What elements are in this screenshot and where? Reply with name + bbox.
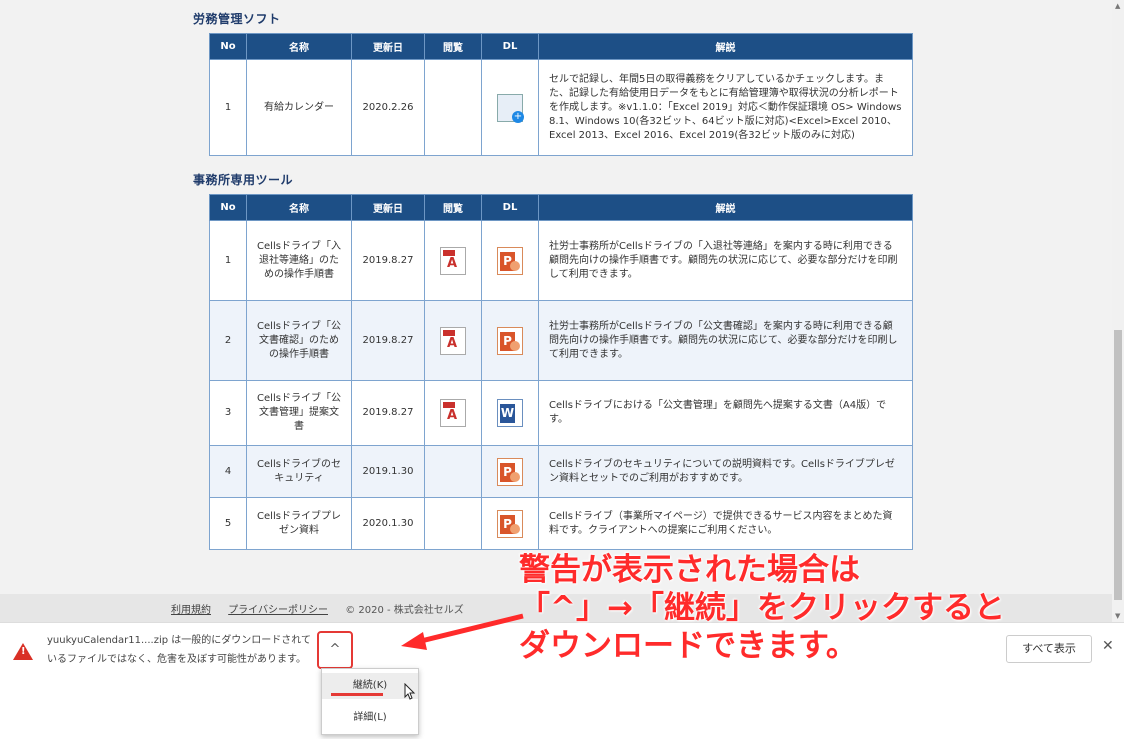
row-desc: Cellsドライブにおける「公文書管理」を顧問先へ提案する文書（A4版）です。	[538, 380, 913, 446]
col-no: No	[209, 33, 247, 60]
row-no: 5	[209, 497, 247, 550]
row-name: Cellsドライブ「公文書確認」のための操作手順書	[246, 300, 352, 381]
row-date: 2019.8.27	[351, 380, 425, 446]
table-row: 5 Cellsドライブプレゼン資料 2020.1.30 P Cellsドライブ（…	[209, 497, 913, 550]
row-view	[424, 497, 482, 550]
highlight-underline	[331, 693, 383, 696]
col-dl: DL	[481, 33, 539, 60]
page-scrollbar[interactable]: ▲ ▼	[1112, 0, 1124, 622]
row-view: A	[424, 300, 482, 381]
section-title-labor: 労務管理ソフト	[193, 12, 281, 26]
row-view: A	[424, 380, 482, 446]
warning-line-1: yuukyuCalendar11....zip は一般的にダウンロードされて	[47, 635, 311, 646]
row-desc: Cellsドライブ（事業所マイページ）で提供できるサービス内容をまとめた資料です…	[538, 497, 913, 550]
scroll-down-icon[interactable]: ▼	[1115, 612, 1120, 620]
mouse-cursor-icon	[404, 683, 416, 700]
table-row: 2 Cellsドライブ「公文書確認」のための操作手順書 2019.8.27 A …	[209, 300, 913, 381]
row-dl: W	[481, 380, 539, 446]
annotation-line-1: 警告が表示された場合は	[519, 552, 860, 588]
row-desc: Cellsドライブのセキュリティについての説明資料です。Cellsドライブプレゼ…	[538, 445, 913, 498]
table-row: 1 有給カレンダー 2020.2.26 + セルで記録し、年間5日の取得義務をク…	[209, 59, 913, 156]
warning-icon	[13, 643, 33, 660]
ppt-icon[interactable]: P	[497, 246, 523, 275]
row-date: 2019.8.27	[351, 300, 425, 381]
col-name: 名称	[246, 33, 352, 60]
col-date: 更新日	[351, 33, 425, 60]
office-tools-table: No 名称 更新日 閲覧 DL 解説 1 Cellsドライブ「入退社等連絡」のた…	[209, 194, 913, 550]
col-date: 更新日	[351, 194, 425, 221]
row-view	[424, 59, 482, 156]
row-date: 2020.2.26	[351, 59, 425, 156]
main-content: 労務管理ソフト No 名称 更新日 閲覧 DL 解説 1 有給カレンダー 202…	[178, 0, 930, 594]
annotation-line-3: ダウンロードできます。	[519, 628, 857, 664]
col-desc: 解説	[538, 33, 913, 60]
close-icon[interactable]: ✕	[1102, 638, 1114, 654]
labor-software-table: No 名称 更新日 閲覧 DL 解説 1 有給カレンダー 2020.2.26 +	[209, 33, 913, 156]
instruction-annotation: 警告が表示された場合は 「^」→「継続」をクリックすると ダウンロードできます。	[519, 551, 1005, 665]
pdf-icon[interactable]: A	[440, 326, 466, 355]
row-name: Cellsドライブのセキュリティ	[246, 445, 352, 498]
col-name: 名称	[246, 194, 352, 221]
row-no: 2	[209, 300, 247, 381]
row-view: A	[424, 220, 482, 301]
download-menu: 継続(K) 詳細(L)	[321, 668, 419, 735]
row-dl: +	[481, 59, 539, 156]
col-view: 閲覧	[424, 194, 482, 221]
details-menu-item[interactable]: 詳細(L)	[322, 705, 418, 731]
pdf-icon[interactable]: A	[440, 399, 466, 427]
ppt-icon[interactable]: P	[497, 457, 523, 486]
scroll-up-icon[interactable]: ▲	[1115, 2, 1120, 10]
annotation-line-2: 「^」→「継続」をクリックすると	[519, 590, 1005, 626]
row-no: 1	[209, 59, 247, 156]
table-row: 3 Cellsドライブ「公文書管理」提案文書 2019.8.27 A W Cel…	[209, 380, 913, 446]
scrollbar-thumb[interactable]	[1114, 330, 1122, 600]
section-title-office: 事務所専用ツール	[193, 173, 294, 187]
row-desc: 社労士事務所がCellsドライブの「公文書確認」を案内する時に利用できる顧問先向…	[538, 300, 913, 381]
warning-line-2: いるファイルではなく、危害を及ぼす可能性があります。	[47, 654, 306, 665]
col-dl: DL	[481, 194, 539, 221]
row-name: Cellsドライブプレゼン資料	[246, 497, 352, 550]
row-date: 2020.1.30	[351, 497, 425, 550]
table-row: 4 Cellsドライブのセキュリティ 2019.1.30 P Cellsドライブ…	[209, 445, 913, 498]
pdf-icon[interactable]: A	[440, 246, 466, 275]
row-no: 3	[209, 380, 247, 446]
row-date: 2019.8.27	[351, 220, 425, 301]
col-no: No	[209, 194, 247, 221]
download-warning: yuukyuCalendar11....zip は一般的にダウンロードされて い…	[47, 631, 317, 669]
col-desc: 解説	[538, 194, 913, 221]
row-desc: セルで記録し、年間5日の取得義務をクリアしているかチェックします。また、記録した…	[538, 59, 913, 156]
ppt-icon[interactable]: P	[497, 326, 523, 355]
row-name: Cellsドライブ「入退社等連絡」のための操作手順書	[246, 220, 352, 301]
row-no: 4	[209, 445, 247, 498]
row-dl: P	[481, 220, 539, 301]
red-arrow-icon	[401, 613, 524, 650]
word-icon[interactable]: W	[497, 399, 523, 427]
row-desc: 社労士事務所がCellsドライブの「入退社等連絡」を案内する時に利用できる顧問先…	[538, 220, 913, 301]
calendar-file-icon[interactable]: +	[497, 93, 524, 123]
row-date: 2019.1.30	[351, 445, 425, 498]
col-view: 閲覧	[424, 33, 482, 60]
row-no: 1	[209, 220, 247, 301]
row-name: 有給カレンダー	[246, 59, 352, 156]
ppt-icon[interactable]: P	[497, 509, 523, 538]
row-name: Cellsドライブ「公文書管理」提案文書	[246, 380, 352, 446]
privacy-link[interactable]: プライバシーポリシー	[228, 605, 328, 616]
table-row: 1 Cellsドライブ「入退社等連絡」のための操作手順書 2019.8.27 A…	[209, 220, 913, 301]
download-options-button[interactable]: ^	[317, 631, 353, 669]
web-page: 労務管理ソフト No 名称 更新日 閲覧 DL 解説 1 有給カレンダー 202…	[0, 0, 1112, 594]
show-all-button[interactable]: すべて表示	[1006, 635, 1092, 663]
row-view	[424, 445, 482, 498]
row-dl: P	[481, 300, 539, 381]
terms-link[interactable]: 利用規約	[171, 605, 211, 616]
row-dl: P	[481, 445, 539, 498]
row-dl: P	[481, 497, 539, 550]
